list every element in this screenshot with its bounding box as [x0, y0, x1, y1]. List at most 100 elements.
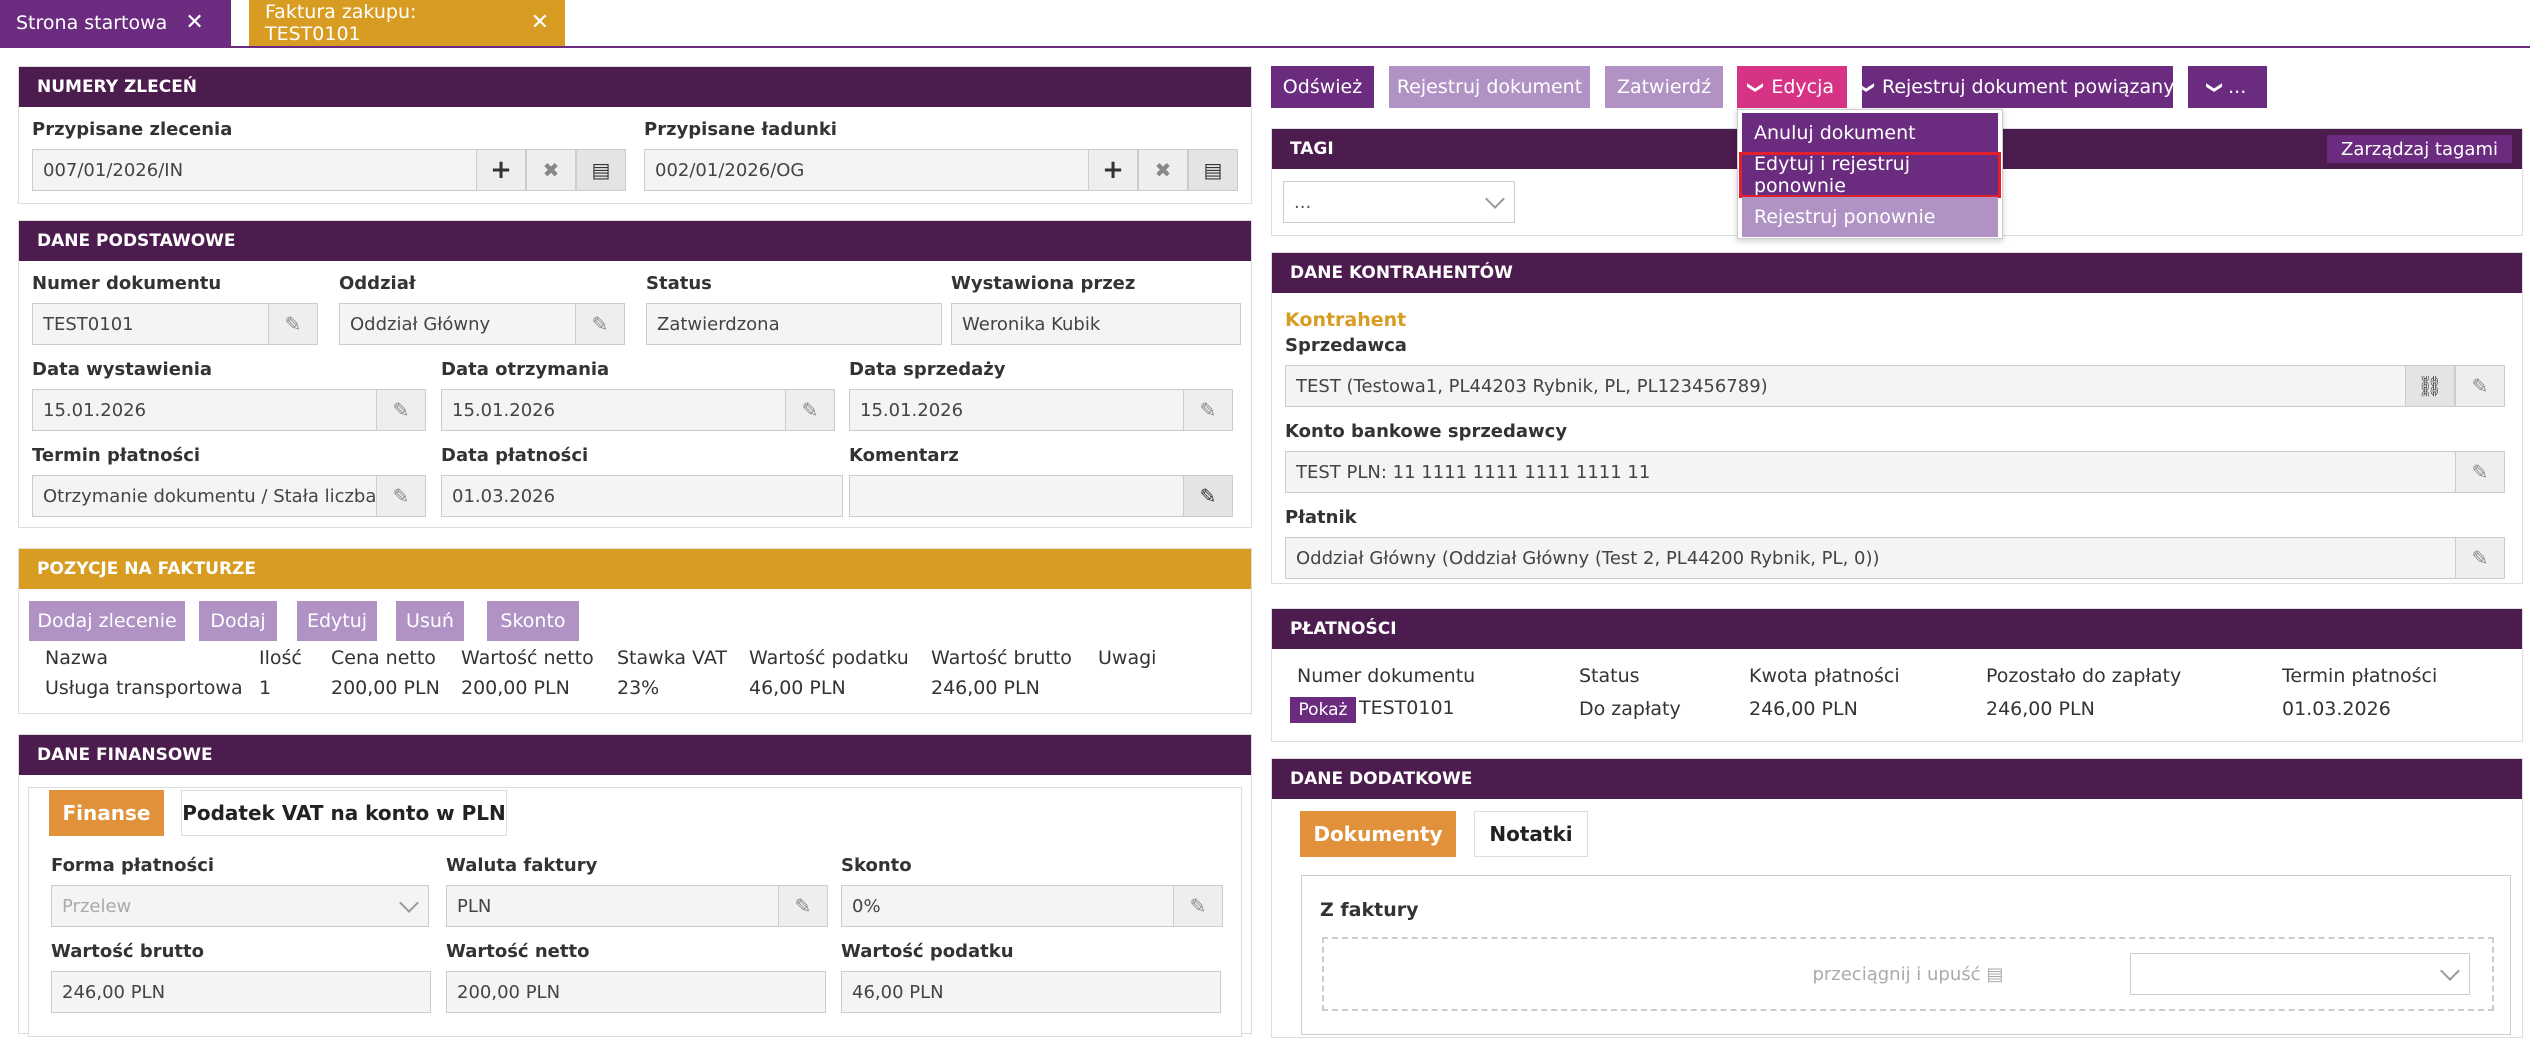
add-load-button[interactable]: + — [1088, 149, 1138, 191]
edit-button[interactable]: Edytuj — [297, 601, 377, 641]
issue-date-field[interactable]: 15.01.2026 — [32, 389, 384, 431]
col-qty: Ilość — [259, 647, 302, 669]
currency-field[interactable]: PLN — [446, 885, 786, 927]
branch-field[interactable]: Oddział Główny — [339, 303, 583, 345]
edit-icon[interactable]: ✎ — [1173, 885, 1223, 927]
issued-by-field: Weronika Kubik — [951, 303, 1241, 345]
payment-status: Do zapłaty — [1579, 698, 1681, 720]
payer-field: Oddział Główny (Oddział Główny (Test 2, … — [1285, 537, 2459, 579]
edit-dropdown: Anuluj dokument Edytuj i rejestruj ponow… — [1737, 109, 2003, 239]
clear-load-button[interactable]: ✖ — [1138, 149, 1188, 191]
close-icon[interactable]: ✕ — [185, 12, 203, 34]
currency-label: Waluta faktury — [446, 855, 598, 876]
add-button[interactable]: Dodaj — [199, 601, 277, 641]
payment-term-label: Termin płatności — [32, 445, 201, 466]
discount-button[interactable]: Skonto — [487, 601, 579, 641]
delete-button[interactable]: Usuń — [396, 601, 464, 641]
close-icon[interactable]: ✕ — [531, 12, 549, 34]
payment-term-field[interactable]: Otrzymanie dokumentu / Stała liczba — [32, 475, 384, 517]
discount-field[interactable]: 0% — [841, 885, 1181, 927]
clear-order-button[interactable]: ✖ — [526, 149, 576, 191]
contractors-title: DANE KONTRAHENTÓW — [1272, 253, 2522, 293]
payment-form-label: Forma płatności — [51, 855, 215, 876]
bank-label: Konto bankowe sprzedawcy — [1285, 421, 1568, 442]
positions-panel: POZYCJE NA FAKTURZE Dodaj zlecenie Dodaj… — [18, 548, 1252, 714]
from-invoice-title: Z faktury — [1320, 899, 1419, 921]
col-doc-no: Numer dokumentu — [1297, 665, 1476, 687]
finance-panel: DANE FINANSOWE Finanse Podatek VAT na ko… — [18, 734, 1252, 1037]
more-button[interactable]: ❯... — [2188, 66, 2267, 108]
menu-item-edit-reregister[interactable]: Edytuj i rejestruj ponownie — [1739, 152, 2001, 198]
tab-vat[interactable]: Podatek VAT na konto w PLN — [181, 790, 507, 836]
comment-field[interactable] — [849, 475, 1191, 517]
sale-date-field[interactable]: 15.01.2026 — [849, 389, 1191, 431]
assigned-orders-field[interactable]: 007/01/2026/IN — [32, 149, 492, 191]
tab-home[interactable]: Strona startowa ✕ — [0, 0, 231, 46]
edit-icon[interactable]: ✎ — [2455, 451, 2505, 493]
payments-title: PŁATNOŚCI — [1272, 609, 2522, 649]
tags-select[interactable]: ... — [1283, 181, 1515, 223]
col-tax-value: Wartość podatku — [749, 647, 909, 669]
orders-title: NUMERY ZLECEŃ — [19, 67, 1251, 107]
register-related-button[interactable]: ❯ Rejestruj dokument powiązany — [1858, 66, 2174, 108]
positions-title: POZYCJE NA FAKTURZE — [19, 549, 1251, 589]
menu-item-cancel[interactable]: Anuluj dokument — [1742, 113, 1998, 153]
payer-label: Płatnik — [1285, 507, 1357, 528]
assigned-loads-field[interactable]: 002/01/2026/OG — [644, 149, 1104, 191]
branch-label: Oddział — [339, 273, 416, 294]
edit-icon[interactable]: ✎ — [376, 475, 426, 517]
tab-documents[interactable]: Dokumenty — [1300, 811, 1456, 857]
edit-icon[interactable]: ✎ — [778, 885, 828, 927]
payment-date-label: Data płatności — [441, 445, 589, 466]
edit-icon[interactable]: ✎ — [785, 389, 835, 431]
tab-finance[interactable]: Finanse — [49, 790, 164, 836]
link-icon[interactable]: ⛓ — [2405, 365, 2455, 407]
finance-title: DANE FINANSOWE — [19, 735, 1251, 775]
col-due: Termin płatności — [2282, 665, 2438, 687]
col-notes: Uwagi — [1098, 647, 1157, 669]
edit-icon[interactable]: ✎ — [268, 303, 318, 345]
doc-no-field[interactable]: TEST0101 — [32, 303, 276, 345]
edit-icon[interactable]: ✎ — [2455, 537, 2505, 579]
payment-remaining: 246,00 PLN — [1986, 698, 2095, 720]
edit-menu-button[interactable]: ❯ Edycja — [1737, 66, 1847, 108]
register-document-button[interactable]: Rejestruj dokument — [1389, 66, 1590, 108]
issued-by-label: Wystawiona przez — [951, 273, 1136, 294]
more-label: ... — [2228, 76, 2247, 98]
tab-notes[interactable]: Notatki — [1474, 811, 1588, 857]
menu-item-reregister[interactable]: Rejestruj ponownie — [1742, 197, 1998, 237]
payments-panel: PŁATNOŚCI Numer dokumentu Status Kwota p… — [1271, 608, 2523, 742]
document-type-select[interactable] — [2130, 953, 2470, 995]
edit-icon[interactable]: ✎ — [575, 303, 625, 345]
receipt-date-field[interactable]: 15.01.2026 — [441, 389, 793, 431]
edit-icon[interactable]: ✎ — [1183, 475, 1233, 517]
chevron-down-icon — [1485, 189, 1505, 209]
show-payment-button[interactable]: Pokaż — [1290, 697, 1356, 723]
edit-icon[interactable]: ✎ — [1183, 389, 1233, 431]
contractor-section-title: Kontrahent — [1285, 309, 1407, 331]
chevron-down-icon: ❯ — [1857, 80, 1877, 94]
col-net-value: Wartość netto — [461, 647, 594, 669]
chevron-down-icon: ❯ — [2205, 80, 2225, 94]
orders-panel: NUMERY ZLECEŃ Przypisane zlecenia 007/01… — [18, 66, 1252, 204]
seller-label: Sprzedawca — [1285, 335, 1407, 356]
cell-qty: 1 — [259, 677, 272, 699]
tab-invoice[interactable]: Faktura zakupu: TEST0101 ✕ — [249, 0, 565, 46]
payment-due: 01.03.2026 — [2282, 698, 2391, 720]
gross-field: 246,00 PLN — [51, 971, 431, 1013]
doc-no-label: Numer dokumentu — [32, 273, 222, 294]
receipt-date-label: Data otrzymania — [441, 359, 610, 380]
edit-icon[interactable]: ✎ — [376, 389, 426, 431]
col-remaining: Pozostało do zapłaty — [1986, 665, 2182, 687]
status-field: Zatwierdzona — [646, 303, 942, 345]
load-document-icon[interactable]: ▤ — [1188, 149, 1238, 191]
add-order-button[interactable]: + — [476, 149, 526, 191]
add-order-button[interactable]: Dodaj zlecenie — [29, 601, 185, 641]
approve-button[interactable]: Zatwierdź — [1605, 66, 1723, 108]
order-document-icon[interactable]: ▤ — [576, 149, 626, 191]
manage-tags-button[interactable]: Zarządzaj tagami — [2327, 135, 2512, 163]
refresh-button[interactable]: Odśwież — [1271, 66, 1374, 108]
cell-tax-value: 46,00 PLN — [749, 677, 846, 699]
edit-icon[interactable]: ✎ — [2455, 365, 2505, 407]
payment-form-select[interactable]: Przelew — [51, 885, 429, 927]
